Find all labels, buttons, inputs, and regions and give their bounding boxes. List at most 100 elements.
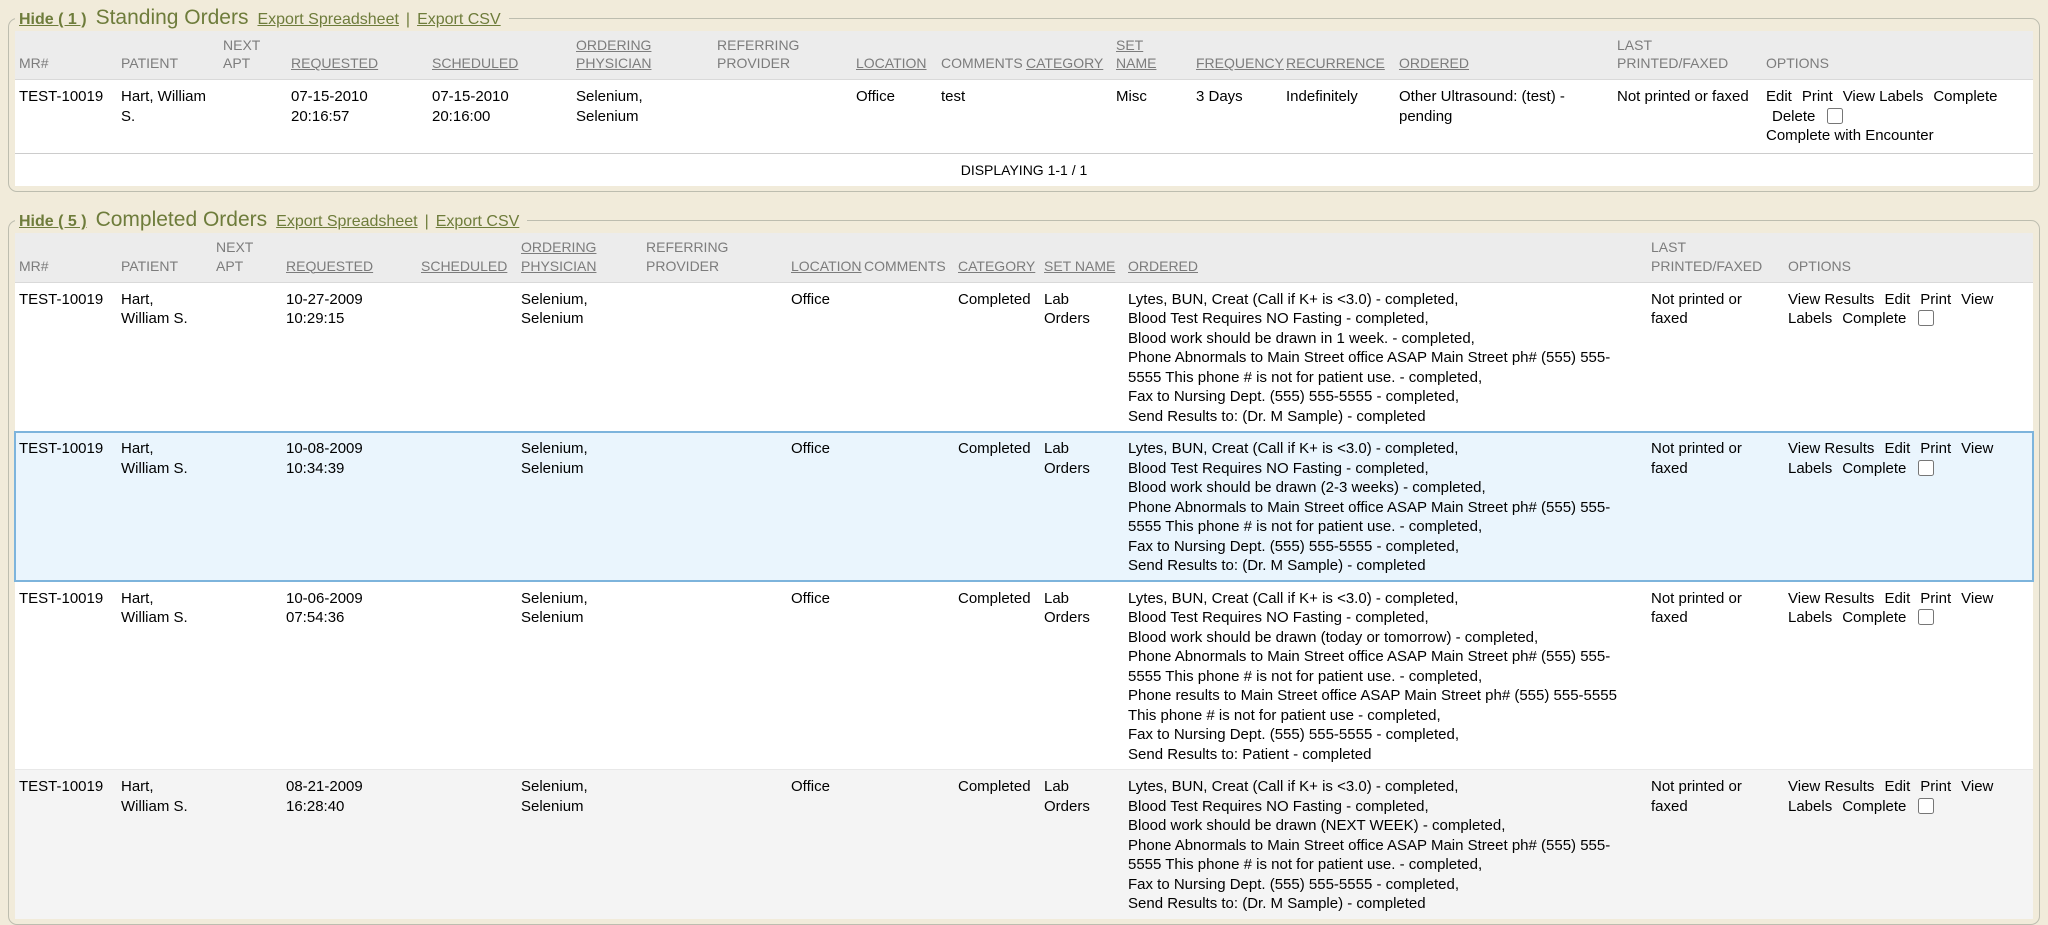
col-header-scheduled[interactable]: SCHEDULED — [417, 233, 517, 282]
cell-last-printed-faxed: Not printed or faxed — [1647, 581, 1784, 770]
completed-hide-link[interactable]: Hide ( 5 ) — [19, 213, 87, 230]
col-header-scheduled[interactable]: SCHEDULED — [428, 31, 572, 80]
cell-last-printed-faxed: Not printed or faxed — [1613, 80, 1762, 154]
cell-next-apt — [212, 581, 282, 770]
col-header-ordering-physician[interactable]: ORDERING PHYSICIAN — [517, 233, 642, 282]
ordered-item: Send Results to: (Dr. M Sample) - comple… — [1128, 556, 1639, 576]
view-results-link[interactable]: View Results — [1788, 590, 1874, 607]
view-results-link[interactable]: View Results — [1788, 778, 1874, 795]
col-header-next-apt: NEXT APT — [212, 233, 282, 282]
col-header-referring-provider: REFERRING PROVIDER — [713, 31, 852, 80]
ordered-item: Send Results to: (Dr. M Sample) - comple… — [1128, 894, 1639, 914]
edit-link[interactable]: Edit — [1884, 778, 1910, 795]
col-header-frequency[interactable]: FREQUENCY — [1192, 31, 1282, 80]
complete-with-encounter-link[interactable]: Complete with Encounter — [1766, 127, 1934, 144]
cell-comments: test — [937, 80, 1022, 154]
completed-export-csv-link[interactable]: Export CSV — [436, 213, 520, 230]
delete-link[interactable]: Delete — [1772, 108, 1815, 125]
completed-orders-title: Completed Orders — [96, 208, 268, 231]
cell-scheduled — [417, 581, 517, 770]
edit-link[interactable]: Edit — [1766, 88, 1792, 105]
print-link[interactable]: Print — [1802, 88, 1833, 105]
col-header-set-name[interactable]: SET NAME — [1040, 233, 1124, 282]
print-link[interactable]: Print — [1920, 440, 1951, 457]
completed-orders-section: Hide ( 5 ) Completed Orders Export Spreads… — [8, 208, 2040, 924]
standing-hide-link[interactable]: Hide ( 1 ) — [19, 11, 87, 28]
cell-ordering-physician: Selenium, Selenium — [517, 770, 642, 919]
col-header-ordered[interactable]: ORDERED — [1124, 233, 1647, 282]
standing-paging-row: DISPLAYING 1-1 / 1 — [15, 154, 2033, 187]
complete-link[interactable]: Complete — [1842, 460, 1906, 477]
ordered-item: Blood Test Requires NO Fasting - complet… — [1128, 797, 1639, 817]
complete-checkbox[interactable] — [1918, 460, 1934, 476]
col-header-mr: MR# — [15, 233, 117, 282]
cell-location: Office — [787, 770, 860, 919]
col-header-recurrence[interactable]: RECURRENCE — [1282, 31, 1395, 80]
cell-scheduled: 07-15-2010 20:16:00 — [428, 80, 572, 154]
print-link[interactable]: Print — [1920, 778, 1951, 795]
cell-set-name: Lab Orders — [1040, 282, 1124, 432]
cell-scheduled — [417, 282, 517, 432]
col-header-ordering-physician[interactable]: ORDERING PHYSICIAN — [572, 31, 713, 80]
cell-ordering-physician: Selenium, Selenium — [517, 282, 642, 432]
cell-mr: TEST-10019 — [15, 282, 117, 432]
ordered-item: Send Results to: (Dr. M Sample) - comple… — [1128, 407, 1639, 427]
cell-comments — [860, 581, 954, 770]
cell-patient: Hart, William S. — [117, 282, 212, 432]
col-header-patient: PATIENT — [117, 233, 212, 282]
view-labels-link[interactable]: View Labels — [1843, 88, 1924, 105]
complete-link[interactable]: Complete — [1842, 798, 1906, 815]
view-results-link[interactable]: View Results — [1788, 291, 1874, 308]
completed-orders-legend: Hide ( 5 ) Completed Orders Export Spreads… — [15, 208, 527, 232]
cell-ordered: Lytes, BUN, Creat (Call if K+ is <3.0) -… — [1124, 581, 1647, 770]
ordered-item: Lytes, BUN, Creat (Call if K+ is <3.0) -… — [1128, 439, 1639, 459]
cell-category: Completed — [954, 581, 1040, 770]
ordered-item: Blood work should be drawn in 1 week. - … — [1128, 329, 1639, 349]
cell-last-printed-faxed: Not printed or faxed — [1647, 770, 1784, 919]
col-header-comments: COMMENTS — [937, 31, 1022, 80]
completed-order-row: TEST-10019 Hart, William S. 10-27-2009 1… — [15, 282, 2033, 432]
complete-checkbox[interactable] — [1918, 310, 1934, 326]
col-header-location[interactable]: LOCATION — [787, 233, 860, 282]
cell-set-name: Misc — [1112, 80, 1192, 154]
print-link[interactable]: Print — [1920, 590, 1951, 607]
ordered-item: Phone Abnormals to Main Street office AS… — [1128, 348, 1639, 387]
edit-link[interactable]: Edit — [1884, 590, 1910, 607]
cell-scheduled — [417, 770, 517, 919]
col-header-location[interactable]: LOCATION — [852, 31, 937, 80]
cell-ordered: Lytes, BUN, Creat (Call if K+ is <3.0) -… — [1124, 282, 1647, 432]
complete-link[interactable]: Complete — [1842, 310, 1906, 327]
col-header-ordered[interactable]: ORDERED — [1395, 31, 1613, 80]
complete-link[interactable]: Complete — [1842, 609, 1906, 626]
edit-link[interactable]: Edit — [1884, 291, 1910, 308]
complete-link[interactable]: Complete — [1933, 88, 1997, 105]
cell-ordered: Other Ultrasound: (test) - pending — [1395, 80, 1613, 154]
col-header-category[interactable]: CATEGORY — [1022, 31, 1112, 80]
cell-next-apt — [212, 432, 282, 582]
standing-export-spreadsheet-link[interactable]: Export Spreadsheet — [257, 11, 398, 28]
col-header-requested[interactable]: REQUESTED — [287, 31, 428, 80]
cell-category: Completed — [954, 282, 1040, 432]
cell-ordering-physician: Selenium, Selenium — [517, 581, 642, 770]
completed-export-spreadsheet-link[interactable]: Export Spreadsheet — [276, 213, 417, 230]
col-header-options: OPTIONS — [1762, 31, 2033, 80]
complete-checkbox[interactable] — [1918, 798, 1934, 814]
complete-checkbox[interactable] — [1918, 609, 1934, 625]
col-header-set-name[interactable]: SET NAME — [1112, 31, 1192, 80]
print-link[interactable]: Print — [1920, 291, 1951, 308]
col-header-requested[interactable]: REQUESTED — [282, 233, 417, 282]
ordered-item: Lytes, BUN, Creat (Call if K+ is <3.0) -… — [1128, 290, 1639, 310]
cell-mr: TEST-10019 — [15, 432, 117, 582]
col-header-category[interactable]: CATEGORY — [954, 233, 1040, 282]
view-results-link[interactable]: View Results — [1788, 440, 1874, 457]
complete-checkbox[interactable] — [1827, 108, 1843, 124]
col-header-last-printed-faxed: LAST PRINTED/FAXED — [1613, 31, 1762, 80]
cell-category — [1022, 80, 1112, 154]
cell-requested: 10-06-2009 07:54:36 — [282, 581, 417, 770]
cell-patient: Hart, William S. — [117, 770, 212, 919]
edit-link[interactable]: Edit — [1884, 440, 1910, 457]
cell-comments — [860, 282, 954, 432]
cell-location: Office — [852, 80, 937, 154]
cell-set-name: Lab Orders — [1040, 770, 1124, 919]
standing-export-csv-link[interactable]: Export CSV — [417, 11, 501, 28]
